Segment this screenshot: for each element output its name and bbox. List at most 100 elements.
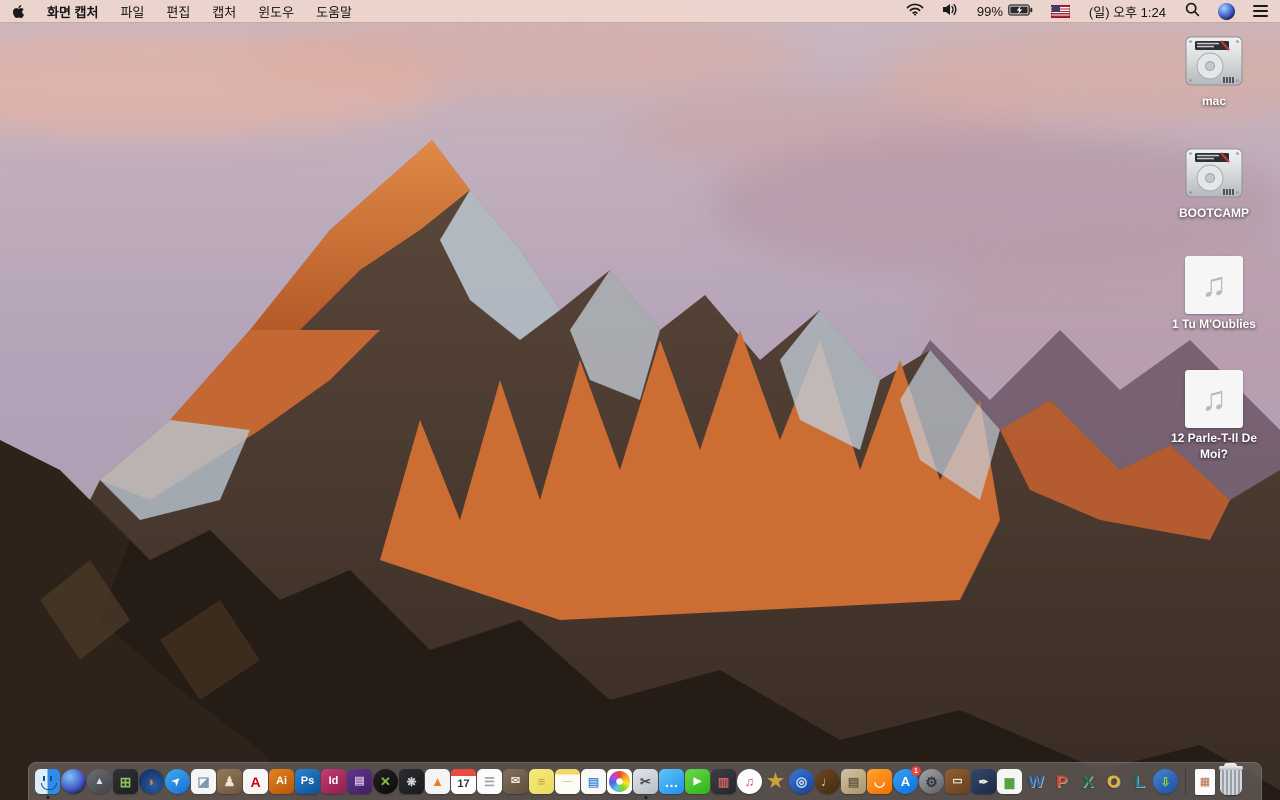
- finder-face-icon: [35, 769, 60, 794]
- dock-trash-full[interactable]: [1219, 763, 1243, 795]
- mission-control-icon: ⊞: [119, 773, 132, 790]
- dock-ms-excel[interactable]: X: [1075, 769, 1100, 794]
- dock-fan-utility[interactable]: ❋: [399, 769, 424, 794]
- dock-calendar[interactable]: 17: [451, 769, 476, 794]
- menu-bar-status: 99% (일) 오후 1:24: [897, 0, 1280, 22]
- garageband-icon: ♩: [821, 774, 834, 789]
- dock-facetime[interactable]: ▶: [685, 769, 710, 794]
- dock-grab-screen-capture[interactable]: ✂: [633, 769, 658, 799]
- ibooks-icon: ◡: [873, 774, 886, 789]
- dock-adobe-indesign[interactable]: Id: [321, 769, 346, 794]
- dock-safari[interactable]: ➤: [165, 769, 190, 794]
- dock-photo-booth[interactable]: ▥: [711, 769, 736, 794]
- dock-reminders[interactable]: ☰: [477, 769, 502, 794]
- fan-utility-icon: ❋: [406, 774, 417, 789]
- dock-ms-lync[interactable]: L: [1127, 769, 1152, 794]
- dock-vlc[interactable]: ▲: [425, 769, 450, 794]
- messages-icon: …: [664, 773, 679, 790]
- dock-ms-outlook[interactable]: O: [1101, 769, 1126, 794]
- clock-menu-extra[interactable]: (일) 오후 1:24: [1079, 0, 1176, 22]
- desktop-icon-audio-file-12[interactable]: ♫ 12 Parle-T-Il De Moi?: [1156, 370, 1272, 462]
- dock-contacts[interactable]: ♟: [217, 769, 242, 794]
- vlc-icon: ▲: [431, 774, 444, 789]
- mail-archive-box-icon: ✉: [510, 775, 521, 787]
- dock-numbers[interactable]: ▆: [997, 769, 1022, 794]
- menu-item-0[interactable]: 파일: [109, 2, 155, 21]
- dock-keynote[interactable]: ▭: [945, 769, 970, 794]
- desktop-icon-label: 1 Tu M'Oublies: [1172, 317, 1256, 331]
- dock-mission-control[interactable]: ⊞: [113, 769, 138, 794]
- launchpad-icon: ▲: [94, 775, 105, 787]
- menu-item-3[interactable]: 윈도우: [247, 2, 305, 21]
- dock-notes[interactable]: —: [555, 769, 580, 794]
- menu-item-1[interactable]: 편집: [155, 2, 201, 21]
- dock-acrobat-reader[interactable]: A: [243, 769, 268, 794]
- dock-internet-downloader[interactable]: ⇩: [1153, 769, 1178, 794]
- adobe-indesign-icon: Id: [328, 775, 339, 787]
- dock-preview[interactable]: ◪: [191, 769, 216, 794]
- dock-ms-word[interactable]: W: [1023, 769, 1048, 794]
- apple-menu[interactable]: [0, 0, 36, 22]
- dock-siri[interactable]: [61, 769, 86, 794]
- dock-garageband[interactable]: ♩: [815, 769, 840, 794]
- app-store-icon: A: [900, 774, 911, 789]
- dock-image-file-document[interactable]: ▦: [1195, 768, 1215, 795]
- photo-booth-icon: ▥: [717, 774, 730, 789]
- dock-firefox[interactable]: ◗: [139, 769, 164, 794]
- wifi-menu-extra[interactable]: [897, 0, 933, 22]
- dock-ms-powerpoint[interactable]: P: [1049, 769, 1074, 794]
- dock: ▲ ⊞ ◗ ➤ ◪ ♟ A Ai Ps Id ▤ ✕ ❋ ▲ 17 ☰ ✉ ≡ — ▤ ✂… ▶ ▥ ♫ ★ ◎ ♩ ▤ ◡ A 1 ⚙ ▭ ✒ ▆…: [28, 762, 1262, 800]
- siri-icon: [1218, 2, 1235, 20]
- dock-idvd[interactable]: ◎: [789, 769, 814, 794]
- dock-video-converter-x[interactable]: ✕: [373, 769, 398, 794]
- battery-menu-extra[interactable]: 99%: [968, 0, 1042, 22]
- active-app-menu[interactable]: 화면 캡처: [36, 2, 109, 21]
- dock-imovie[interactable]: ★: [763, 769, 788, 794]
- desktop-icon-audio-file-1[interactable]: ♫ 1 Tu M'Oublies: [1156, 256, 1272, 333]
- hard-drive-mac-icon: [1185, 36, 1243, 91]
- notification-center-menu-extra[interactable]: [1244, 0, 1280, 22]
- dock-pages[interactable]: ✒: [971, 769, 996, 794]
- dock-launchpad[interactable]: ▲: [87, 769, 112, 794]
- ms-lync-icon: L: [1134, 772, 1145, 791]
- dock-itunes[interactable]: ♫: [737, 769, 762, 794]
- ms-powerpoint-icon: P: [1055, 772, 1068, 791]
- dock-photos[interactable]: [607, 769, 632, 794]
- newsstand-icon: ▤: [847, 774, 860, 789]
- reminders-icon: ☰: [484, 774, 495, 789]
- itunes-icon: ♫: [744, 774, 755, 789]
- dock-apps: ▲ ⊞ ◗ ➤ ◪ ♟ A Ai Ps Id ▤ ✕ ❋ ▲ 17 ☰ ✉ ≡ — ▤ ✂… ▶ ▥ ♫ ★ ◎ ♩ ▤ ◡ A 1 ⚙ ▭ ✒ ▆…: [35, 766, 1178, 799]
- video-converter-x-icon: ✕: [380, 774, 391, 789]
- desktop-icons-column: mac BOOTCAMP ♫ 1 Tu M'Oublies ♫ 12 Parle-T-Il…: [1156, 22, 1272, 522]
- menu-item-2[interactable]: 캡처: [201, 2, 247, 21]
- acrobat-reader-icon: A: [250, 773, 261, 790]
- dock-finder[interactable]: [35, 769, 60, 799]
- dock-colorsync-document[interactable]: ▤: [581, 769, 606, 794]
- notification-center-icon: [1253, 5, 1268, 17]
- siri-menu-extra[interactable]: [1209, 0, 1244, 22]
- pages-icon: ✒: [978, 774, 989, 789]
- sierra-mountain-wallpaper: [0, 0, 1280, 800]
- dock-ibooks[interactable]: ◡: [867, 769, 892, 794]
- numbers-icon: ▆: [1004, 774, 1015, 789]
- dock-toast-titanium[interactable]: ▤: [347, 769, 372, 794]
- volume-menu-extra[interactable]: [933, 0, 968, 22]
- dock-newsstand[interactable]: ▤: [841, 769, 866, 794]
- dock-app-store[interactable]: A1: [893, 766, 921, 794]
- input-source-menu-extra[interactable]: [1042, 0, 1079, 22]
- dock-adobe-photoshop[interactable]: Ps: [295, 769, 320, 794]
- dock-messages[interactable]: …: [659, 769, 684, 794]
- image-file-document-icon: ▦: [1199, 776, 1211, 788]
- dock-stickies[interactable]: ≡: [529, 769, 554, 794]
- internet-downloader-icon: ⇩: [1160, 774, 1171, 789]
- system-preferences-icon: ⚙: [925, 773, 938, 790]
- dock-mail-archive-box[interactable]: ✉: [503, 769, 528, 794]
- dock-system-preferences[interactable]: ⚙: [919, 769, 944, 794]
- menu-bar: 화면 캡처 파일 편집 캡처 윈도우 도움말 99% (일) 오후 1:24: [0, 0, 1280, 23]
- menu-item-4[interactable]: 도움말: [305, 2, 363, 21]
- desktop-icon-hard-drive-mac[interactable]: mac: [1156, 36, 1272, 110]
- ms-word-icon: W: [1027, 772, 1044, 791]
- spotlight-menu-extra[interactable]: [1176, 0, 1209, 22]
- desktop-icon-hard-drive-bootcamp[interactable]: BOOTCAMP: [1156, 148, 1272, 222]
- dock-adobe-illustrator[interactable]: Ai: [269, 769, 294, 794]
